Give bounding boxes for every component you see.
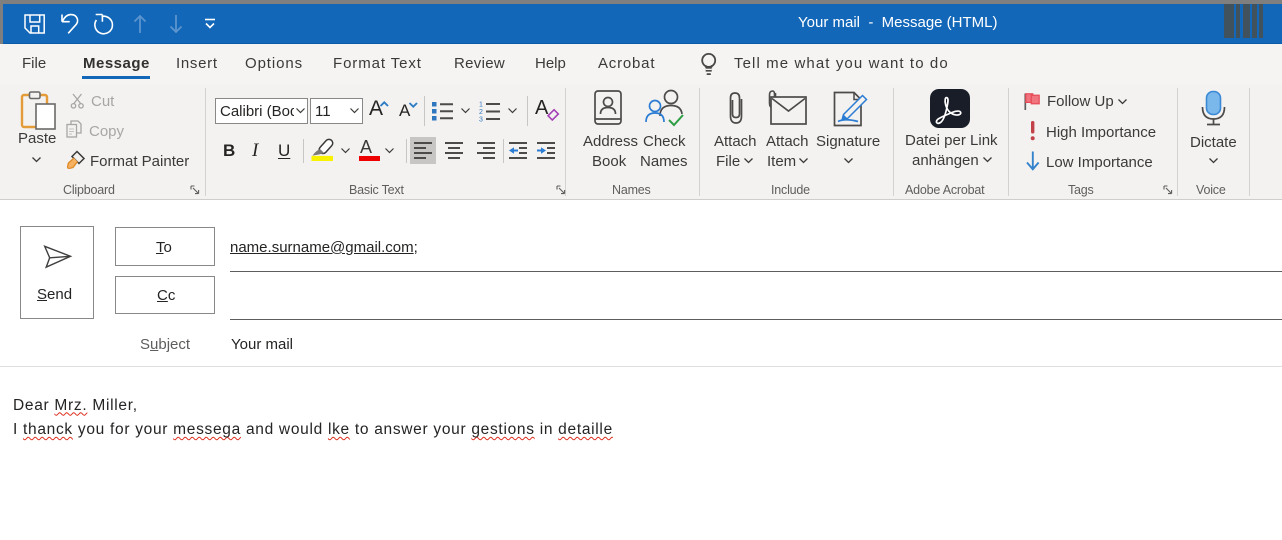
svg-text:1: 1 [479,102,483,109]
svg-text:2: 2 [479,109,483,116]
svg-text:3: 3 [479,117,483,124]
